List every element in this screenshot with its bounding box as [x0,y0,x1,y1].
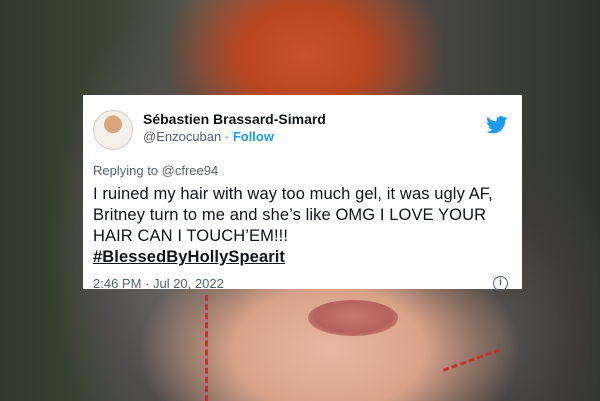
author-block: Sébastien Brassard-Simard @Enzocuban · F… [143,110,326,146]
author-handle-line: @Enzocuban · Follow [143,128,326,146]
photo-hood-stitching [205,295,208,401]
reply-to-handle[interactable]: @cfree94 [162,163,219,178]
follow-button[interactable]: Follow [233,129,274,144]
reply-prefix: Replying to [93,163,162,178]
author-handle[interactable]: @Enzocuban [143,129,221,144]
tweet-timestamp[interactable]: 2:46 PM · Jul 20, 2022 [93,276,224,291]
tweet-text: I ruined my hair with way too much gel, … [93,185,493,245]
info-icon[interactable]: i [493,276,508,291]
handle-separator: · [221,129,233,144]
reply-context: Replying to @cfree94 [93,163,508,178]
avatar[interactable] [93,110,133,150]
tweet-card: Sébastien Brassard-Simard @Enzocuban · F… [83,95,522,291]
tweet-footer: 2:46 PM · Jul 20, 2022 i [93,276,508,291]
hashtag-link[interactable]: #BlessedByHollySpearit [93,247,285,268]
twitter-bird-icon[interactable] [486,116,508,134]
photo-lips [308,300,398,336]
tweet-header: Sébastien Brassard-Simard @Enzocuban · F… [93,107,508,150]
author-name[interactable]: Sébastien Brassard-Simard [143,110,326,128]
tweet-body: I ruined my hair with way too much gel, … [93,184,508,268]
